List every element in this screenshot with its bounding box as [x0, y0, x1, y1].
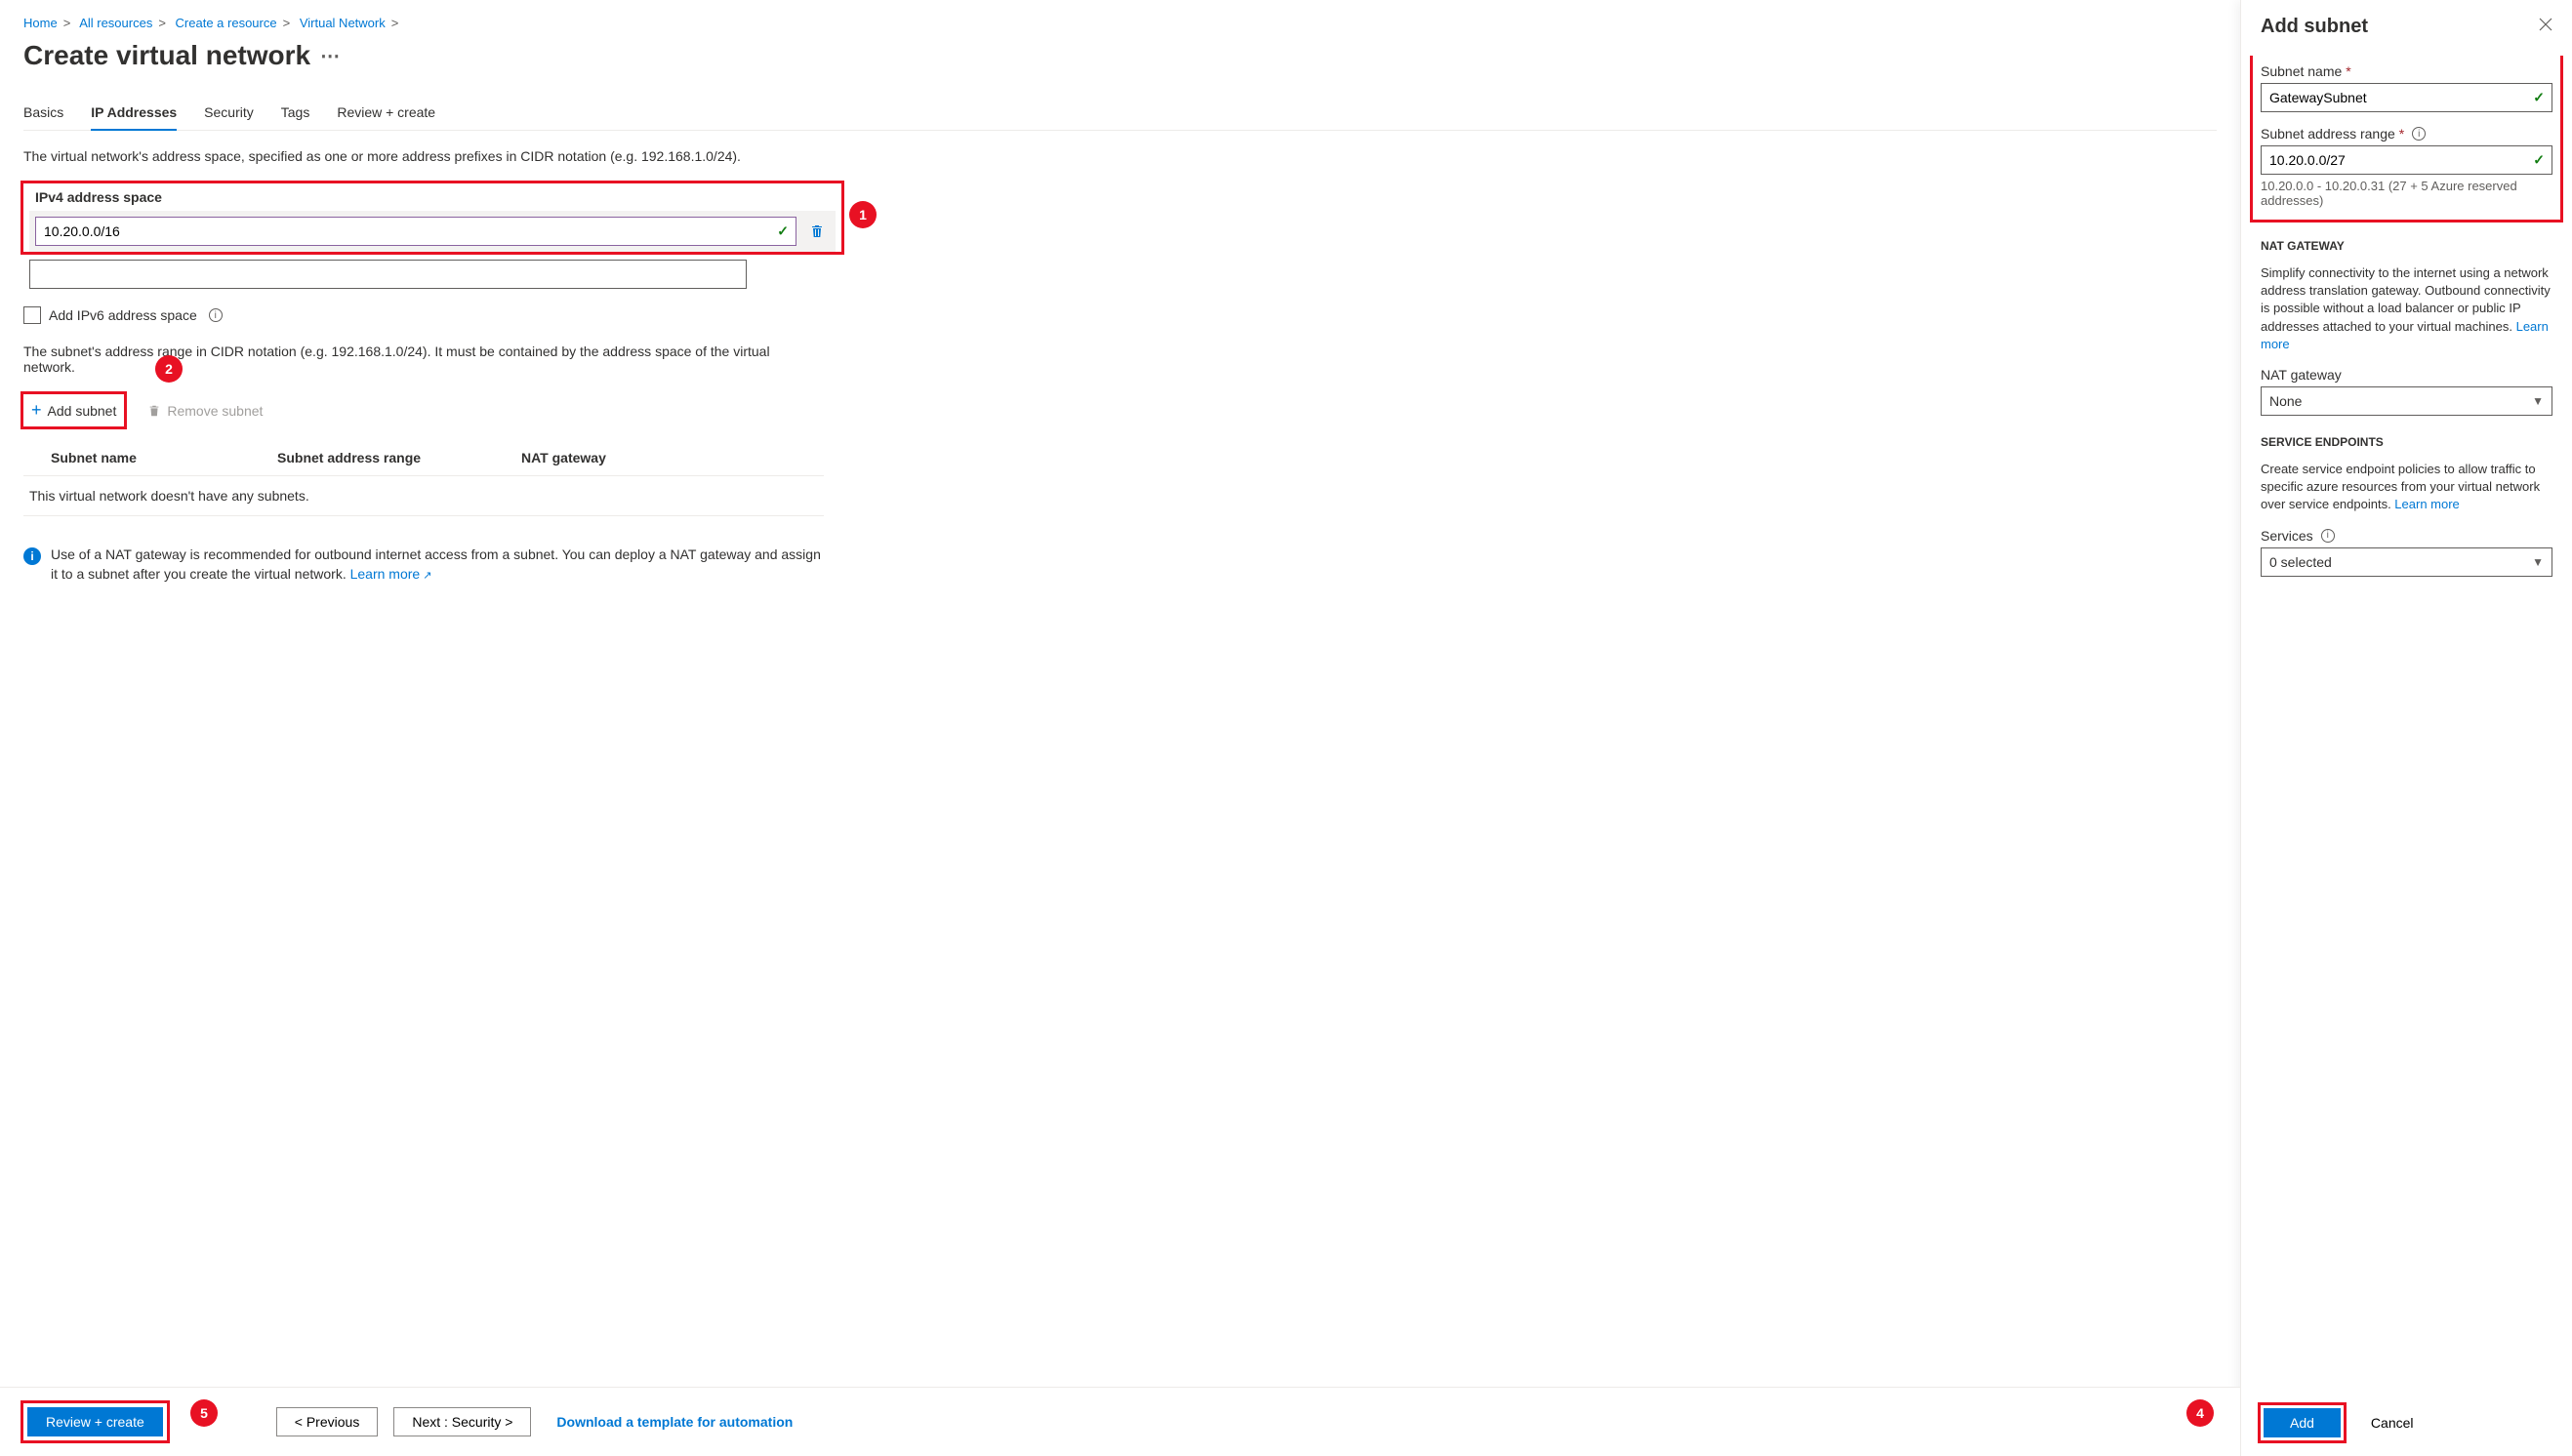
next-button[interactable]: Next : Security > [393, 1407, 531, 1436]
subnet-description: The subnet's address range in CIDR notat… [23, 344, 804, 375]
tab-ip-addresses[interactable]: IP Addresses [91, 95, 177, 130]
nat-gateway-select[interactable]: None ▼ [2261, 386, 2552, 416]
page-title: Create virtual network ⋯ [23, 40, 2217, 71]
info-icon[interactable]: i [2412, 127, 2426, 141]
ipv6-checkbox[interactable] [23, 306, 41, 324]
badge-4: 4 [2186, 1399, 2214, 1427]
add-subnet-button[interactable]: + Add subnet [23, 394, 124, 426]
badge-5: 5 [190, 1399, 218, 1427]
breadcrumb-home[interactable]: Home [23, 16, 58, 30]
tab-security[interactable]: Security [204, 95, 254, 130]
checkmark-icon: ✓ [2533, 90, 2545, 106]
more-icon[interactable]: ⋯ [320, 44, 340, 68]
badge-1: 1 [849, 201, 877, 228]
breadcrumb-allresources[interactable]: All resources [79, 16, 152, 30]
chevron-down-icon: ▼ [2532, 394, 2544, 408]
checkmark-icon: ✓ [777, 223, 789, 240]
ipv4-address-space-label: IPv4 address space [29, 189, 836, 205]
trash-icon [809, 223, 825, 239]
close-icon [2539, 18, 2552, 31]
chevron-down-icon: ▼ [2532, 555, 2544, 569]
cancel-button[interactable]: Cancel [2353, 1405, 2431, 1440]
remove-subnet-button: Remove subnet [140, 394, 270, 426]
col-subnet-range: Subnet address range [277, 450, 521, 465]
learn-more-link[interactable]: Learn more [350, 566, 432, 582]
breadcrumb-create-resource[interactable]: Create a resource [176, 16, 277, 30]
add-button[interactable]: Add [2264, 1408, 2341, 1437]
breadcrumb-virtual-network[interactable]: Virtual Network [300, 16, 386, 30]
services-select[interactable]: 0 selected ▼ [2261, 547, 2552, 577]
delete-address-space-button[interactable] [804, 219, 830, 244]
service-endpoints-heading: SERVICE ENDPOINTS [2261, 435, 2552, 449]
tab-tags[interactable]: Tags [281, 95, 310, 130]
panel-title: Add subnet [2261, 16, 2368, 38]
tabs: Basics IP Addresses Security Tags Review… [23, 95, 2217, 131]
add-subnet-panel: Add subnet 3 Subnet name* ✓ [2240, 0, 2572, 1456]
nat-gateway-description: Simplify connectivity to the internet us… [2261, 264, 2552, 353]
subnet-table-header: Subnet name Subnet address range NAT gat… [23, 440, 824, 476]
close-panel-button[interactable] [2539, 18, 2552, 36]
service-endpoints-description: Create service endpoint policies to allo… [2261, 461, 2552, 514]
subnet-name-input[interactable] [2261, 83, 2552, 112]
info-icon[interactable]: i [209, 308, 223, 322]
learn-more-link[interactable]: Learn more [2394, 497, 2459, 511]
subnet-range-input[interactable] [2261, 145, 2552, 175]
download-template-link[interactable]: Download a template for automation [556, 1414, 793, 1430]
trash-icon [147, 404, 161, 418]
checkmark-icon: ✓ [2533, 152, 2545, 169]
nat-gateway-heading: NAT GATEWAY [2261, 239, 2552, 253]
tab-review[interactable]: Review + create [337, 95, 435, 130]
previous-button[interactable]: < Previous [276, 1407, 379, 1436]
nat-gateway-label: NAT gateway [2261, 367, 2552, 383]
ipv6-checkbox-label: Add IPv6 address space [49, 307, 197, 323]
tab-basics[interactable]: Basics [23, 95, 63, 130]
ipv4-address-input[interactable] [35, 217, 796, 246]
address-space-description: The virtual network's address space, spe… [23, 148, 2217, 164]
badge-2: 2 [155, 355, 183, 383]
services-label: Services i [2261, 528, 2552, 544]
ipv4-address-input-blank[interactable] [29, 260, 747, 289]
breadcrumb: Home> All resources> Create a resource> … [23, 16, 2217, 30]
subnet-name-label: Subnet name* [2261, 63, 2552, 79]
subnet-range-label: Subnet address range* i [2261, 126, 2552, 142]
nat-gateway-info: Use of a NAT gateway is recommended for … [51, 546, 824, 584]
col-nat-gateway: NAT gateway [521, 450, 824, 465]
col-subnet-name: Subnet name [23, 450, 277, 465]
info-icon[interactable]: i [2321, 529, 2335, 543]
info-icon: i [23, 547, 41, 565]
plus-icon: + [31, 400, 42, 421]
review-create-button[interactable]: Review + create [27, 1407, 163, 1436]
subnet-range-helper: 10.20.0.0 - 10.20.0.31 (27 + 5 Azure res… [2261, 179, 2552, 208]
subnet-empty-row: This virtual network doesn't have any su… [23, 476, 824, 516]
